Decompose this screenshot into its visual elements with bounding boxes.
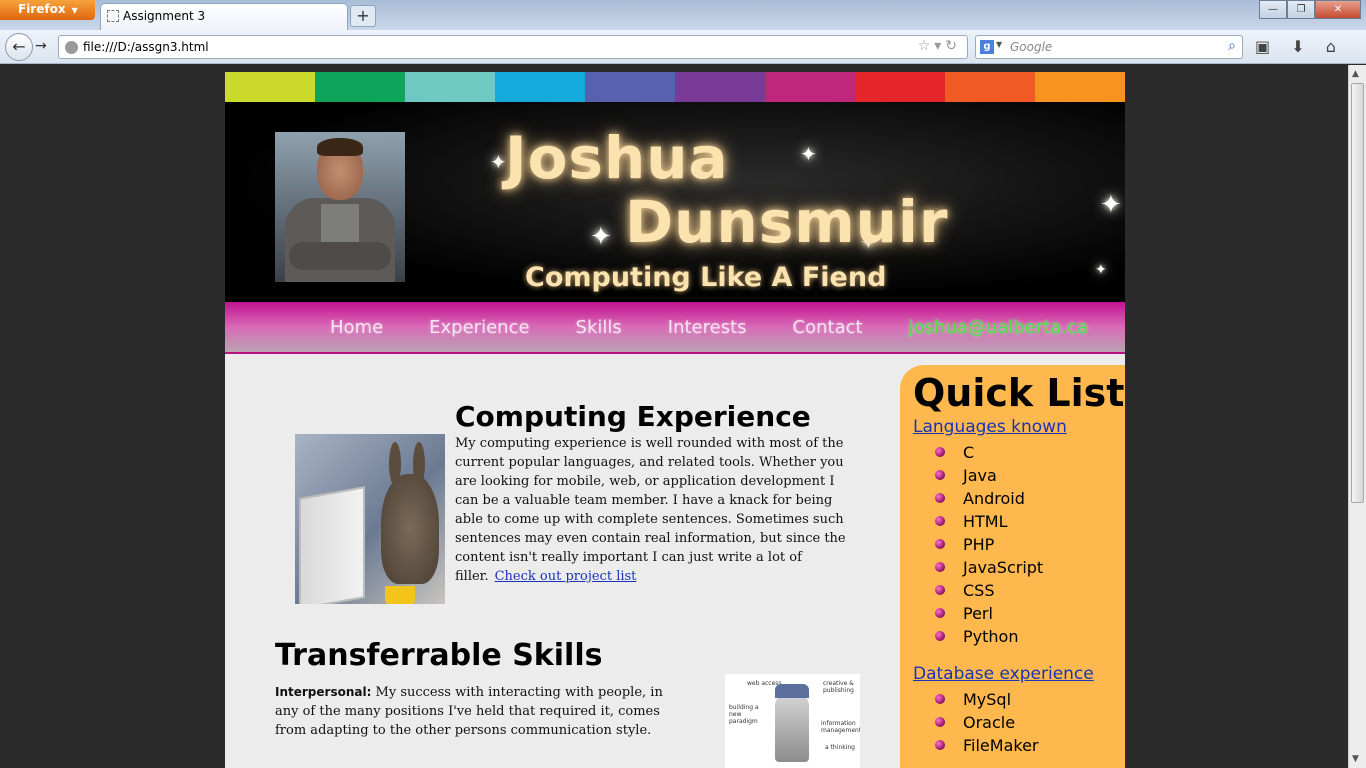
color-strip-segment (585, 72, 675, 102)
maximize-button[interactable]: ❐ (1287, 0, 1315, 19)
quick-list-item: Oracle (935, 713, 1125, 736)
tab-assignment-3[interactable]: Assignment 3 (100, 3, 348, 30)
interpersonal-label: Interpersonal: (275, 685, 372, 699)
tagline: Computing Like A Fiend (525, 262, 887, 293)
quick-list-item: CSS (935, 581, 1125, 604)
firefox-menu-button[interactable]: Firefox ▼ (0, 0, 95, 20)
gadget-label: creative & publishing (823, 680, 854, 694)
quick-list-sidebar: Quick List Languages known C Java Android H… (900, 365, 1125, 768)
title-bar: Firefox ▼ Assignment 3 + — ❐ ✕ (0, 0, 1366, 30)
color-strip (225, 72, 1125, 102)
page-icon (107, 10, 119, 22)
scroll-up-icon[interactable]: ▲ (1352, 69, 1359, 79)
gadget-label: information management (821, 720, 860, 734)
languages-list: C Java Android HTML PHP JavaScript CSS Perl Pyth… (935, 443, 1125, 650)
quick-list-item: Python (935, 627, 1125, 650)
download-icon[interactable]: ⬇ (1291, 37, 1304, 56)
color-strip-segment (225, 72, 315, 102)
quick-list-item: PHP (935, 535, 1125, 558)
color-strip-segment (855, 72, 945, 102)
bookmark-star-icon[interactable]: ☆▾↻ (918, 38, 961, 54)
experience-paragraph: My computing experience is well rounded … (455, 434, 847, 586)
site-header: ✦ ✦ ✦ ✦ ✦ ✦ Joshua Dunsmuir Computing Li… (225, 102, 1125, 302)
search-placeholder: Google (1010, 40, 1053, 54)
forward-button[interactable]: → (35, 38, 47, 54)
sparkle-icon: ✦ (1095, 262, 1107, 278)
chevron-down-icon[interactable]: ▼ (996, 40, 1002, 49)
tab-title: Assignment 3 (123, 9, 206, 23)
minimize-button[interactable]: — (1259, 0, 1287, 19)
vertical-scrollbar[interactable]: ▲ ▼ (1348, 65, 1366, 768)
profile-photo (275, 132, 405, 282)
scroll-down-icon[interactable]: ▼ (1352, 754, 1359, 764)
quick-list-item: Android (935, 489, 1125, 512)
quick-list-item: HTML (935, 512, 1125, 535)
color-strip-segment (495, 72, 585, 102)
main-content: Computing Experience My computing experi… (225, 356, 1125, 768)
project-list-link[interactable]: Check out project list (495, 569, 637, 584)
quick-list-item: C (935, 443, 1125, 466)
address-bar[interactable]: file:///D:/assgn3.html ☆▾↻ (58, 35, 968, 59)
gadget-label: building a new paradigm (729, 704, 759, 725)
color-strip-segment (765, 72, 855, 102)
color-strip-segment (405, 72, 495, 102)
nav-email-link[interactable]: joshua@ualberta.ca (909, 317, 1088, 338)
nav-contact[interactable]: Contact (793, 317, 863, 338)
window-controls: — ❐ ✕ (1259, 0, 1361, 19)
sparkle-icon: ✦ (800, 142, 817, 166)
quick-list-title: Quick List (913, 371, 1125, 415)
quick-list-item: MySql (935, 690, 1125, 713)
quick-list-item: JavaScript (935, 558, 1125, 581)
quick-list-item: Java (935, 466, 1125, 489)
page-container: ✦ ✦ ✦ ✦ ✦ ✦ Joshua Dunsmuir Computing Li… (225, 72, 1125, 768)
globe-icon (65, 41, 78, 54)
back-button[interactable]: ← (5, 33, 33, 61)
color-strip-segment (1035, 72, 1125, 102)
search-icon[interactable]: ⌕ (1228, 38, 1236, 54)
nav-skills[interactable]: Skills (576, 317, 622, 338)
database-experience-link[interactable]: Database experience (913, 664, 1125, 684)
skills-paragraph: Interpersonal: My success with interacti… (275, 683, 665, 740)
sparkle-icon: ✦ (590, 222, 612, 252)
color-strip-segment (315, 72, 405, 102)
rabbit-computer-image (295, 434, 445, 604)
new-tab-button[interactable]: + (350, 5, 376, 27)
color-strip-segment (675, 72, 765, 102)
home-icon[interactable]: ⌂ (1326, 37, 1336, 56)
bookmarks-icon[interactable]: ▣ (1255, 37, 1270, 56)
skills-heading: Transferrable Skills (275, 638, 603, 673)
inspector-gadget-image: web access creative & publishing buildin… (725, 674, 860, 768)
toolbar-icons: ▣ ⬇ ⌂ (1255, 37, 1352, 56)
experience-text: My computing experience is well rounded … (455, 436, 846, 584)
sparkle-icon: ✦ (1100, 190, 1122, 220)
main-menu: Home Experience Skills Interests Contact… (225, 302, 1125, 354)
nav-home[interactable]: Home (330, 317, 383, 338)
search-bar[interactable]: g ▼ Google ⌕ (975, 35, 1243, 59)
nav-experience[interactable]: Experience (429, 317, 529, 338)
page-viewport: ✦ ✦ ✦ ✦ ✦ ✦ Joshua Dunsmuir Computing Li… (0, 65, 1348, 768)
close-button[interactable]: ✕ (1315, 0, 1361, 19)
nav-interests[interactable]: Interests (668, 317, 747, 338)
experience-heading: Computing Experience (455, 400, 811, 433)
navigation-toolbar: ← → file:///D:/assgn3.html ☆▾↻ g ▼ Googl… (0, 30, 1366, 64)
languages-known-link[interactable]: Languages known (913, 417, 1125, 437)
quick-list-item: Perl (935, 604, 1125, 627)
color-strip-segment (945, 72, 1035, 102)
scrollbar-thumb[interactable] (1351, 83, 1364, 503)
last-name: Dunsmuir (625, 188, 949, 256)
url-text: file:///D:/assgn3.html (83, 40, 209, 54)
first-name: Joshua (505, 124, 729, 192)
quick-list-item: FileMaker (935, 736, 1125, 759)
gadget-label: a thinking (825, 744, 855, 751)
databases-list: MySql Oracle FileMaker (935, 690, 1125, 759)
google-icon[interactable]: g (980, 40, 994, 54)
